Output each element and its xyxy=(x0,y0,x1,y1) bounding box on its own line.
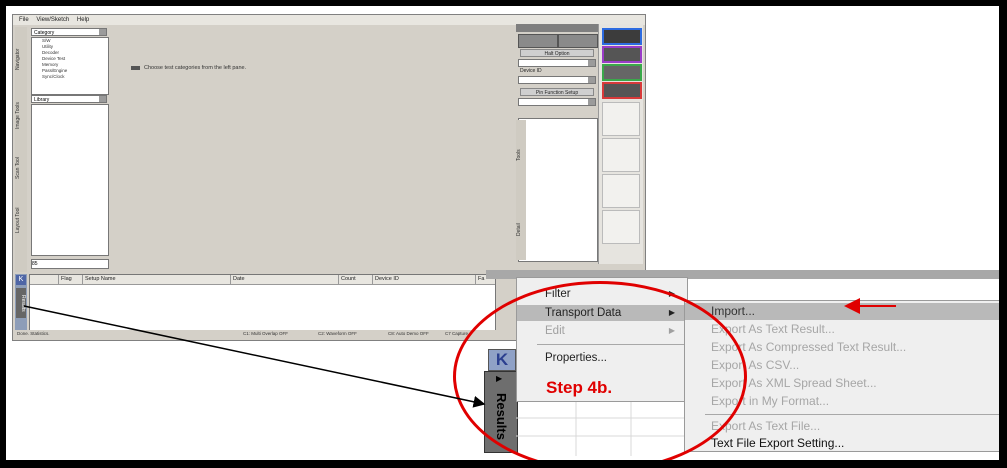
annotation-overlay xyxy=(23,298,896,408)
screenshot-frame: File View/Sketch Help Navigator Image To… xyxy=(3,3,1002,463)
pointer-arrow xyxy=(23,305,486,408)
